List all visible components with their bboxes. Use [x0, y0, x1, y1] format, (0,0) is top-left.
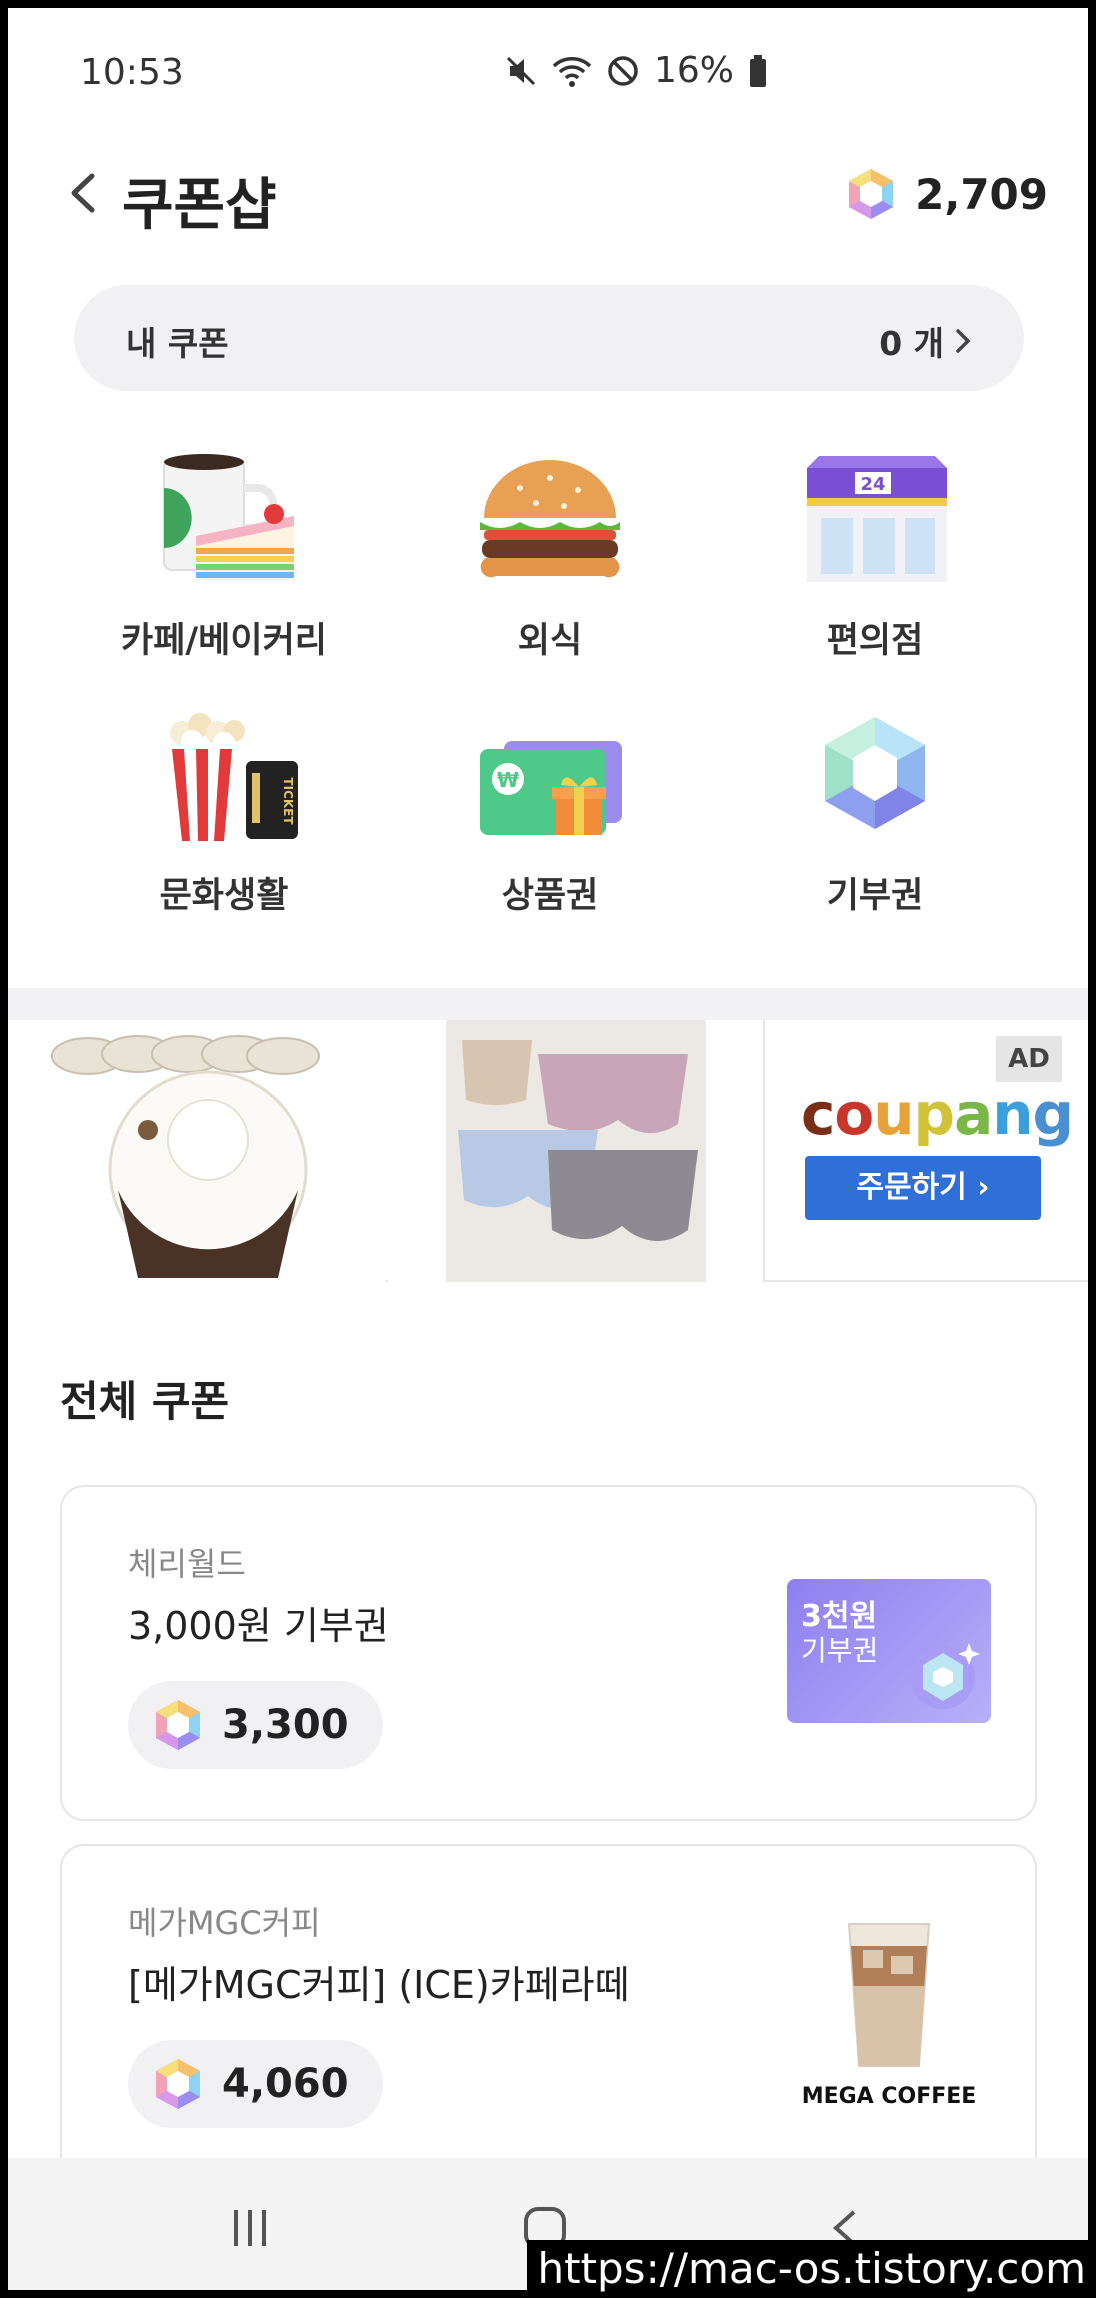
- gem-icon: [156, 1700, 200, 1750]
- page-title: 쿠폰샵: [122, 173, 277, 238]
- ad-banner[interactable]: AD coupang 주문하기 ›: [8, 1020, 1088, 1282]
- coupon-price: 4,060: [128, 2040, 383, 2128]
- status-time: 10:53: [80, 52, 184, 93]
- section-title: 전체 쿠폰: [60, 1377, 230, 1426]
- category-dining[interactable]: 외식: [385, 448, 715, 663]
- status-bar: 10:53 16%: [8, 8, 1088, 128]
- underwear-product-image: [446, 1020, 706, 1282]
- back-arrow-icon[interactable]: [60, 168, 110, 218]
- points-value: 2,709: [915, 169, 1048, 219]
- phone-screen: 10:53 16% 쿠폰샵 2,709 내 쿠폰 0 개 카페/베이커리 외식 …: [8, 8, 1088, 2290]
- category-label: 문화생활: [159, 876, 289, 916]
- popcorn-ticket-icon: TICKET: [134, 703, 314, 853]
- thumb-type: 기부권: [801, 1634, 879, 1667]
- status-icons: 16%: [504, 50, 768, 91]
- coupon-card[interactable]: 체리월드 3,000원 기부권 3,300 3천원 기부권: [60, 1485, 1037, 1821]
- category-label: 상품권: [501, 876, 599, 916]
- ticket-text: TICKET: [281, 777, 295, 825]
- gem-icon: [156, 2059, 200, 2109]
- my-coupon-count-wrap: 0 개: [879, 317, 972, 365]
- category-convenience-store[interactable]: 24 편의점: [710, 448, 1040, 663]
- category-label: 기부권: [826, 876, 924, 916]
- order-button[interactable]: 주문하기 ›: [805, 1156, 1041, 1220]
- store-number: 24: [860, 474, 885, 495]
- my-coupon-bar[interactable]: 내 쿠폰 0 개: [74, 285, 1024, 391]
- category-gift-card[interactable]: ₩ 상품권: [385, 703, 715, 918]
- mega-coffee-logo: MEGA COFFEE: [801, 2084, 977, 2109]
- gem-icon: [849, 169, 894, 219]
- ad-tag: AD: [996, 1036, 1062, 1082]
- rice-product-image: [8, 1020, 386, 1282]
- category-label: 카페/베이커리: [121, 621, 327, 661]
- category-label: 편의점: [826, 621, 924, 661]
- section-divider: [8, 988, 1088, 1020]
- donation-thumbnail: 3천원 기부권: [787, 1579, 991, 1723]
- gem-icon: [785, 703, 965, 853]
- do-not-disturb-icon: [608, 55, 638, 86]
- coupon-brand: 체리월드: [128, 1545, 246, 1583]
- coupon-brand: 메가MGC커피: [128, 1904, 321, 1942]
- coupon-price-value: 3,300: [222, 1702, 349, 1748]
- points-balance[interactable]: 2,709: [843, 166, 1048, 222]
- ad-product-underwear[interactable]: [388, 1020, 765, 1282]
- gem-icon: [911, 1643, 980, 1709]
- gift-card-icon: ₩: [460, 703, 640, 853]
- cafe-bakery-icon: [134, 448, 314, 598]
- chevron-right-icon: [956, 329, 971, 353]
- mute-icon: [506, 56, 536, 85]
- coupang-logo: coupang: [801, 1080, 1074, 1148]
- category-donation[interactable]: 기부권: [710, 703, 1040, 918]
- my-coupon-count: 0 개: [879, 324, 944, 363]
- recent-apps-icon[interactable]: [230, 2208, 270, 2248]
- app-header: 쿠폰샵 2,709: [8, 138, 1088, 248]
- coupon-price: 3,300: [128, 1681, 383, 1769]
- battery-percent: 16%: [654, 50, 735, 91]
- coupon-name: [메가MGC커피] (ICE)카페라떼: [128, 1963, 630, 2007]
- watermark: https://mac-os.tistory.com: [527, 2240, 1096, 2298]
- coffee-thumbnail: MEGA COFFEE: [787, 1916, 991, 2116]
- won-symbol: ₩: [497, 768, 519, 792]
- wifi-icon: [552, 56, 592, 87]
- category-label: 외식: [517, 621, 583, 661]
- burger-icon: [460, 448, 640, 598]
- category-culture[interactable]: TICKET 문화생활: [59, 703, 389, 918]
- coupon-price-value: 4,060: [222, 2061, 349, 2107]
- coupon-card[interactable]: 메가MGC커피 [메가MGC커피] (ICE)카페라떼 4,060 MEGA C…: [60, 1844, 1037, 2180]
- convenience-store-icon: 24: [785, 448, 965, 598]
- iced-latte-image: [847, 1923, 931, 2067]
- my-coupon-label: 내 쿠폰: [126, 324, 229, 363]
- ad-product-rice[interactable]: [8, 1020, 386, 1282]
- category-cafe-bakery[interactable]: 카페/베이커리: [59, 448, 389, 663]
- ad-coupang[interactable]: AD: [767, 1020, 1088, 1282]
- battery-icon: [750, 54, 767, 87]
- coupon-name: 3,000원 기부권: [128, 1604, 389, 1648]
